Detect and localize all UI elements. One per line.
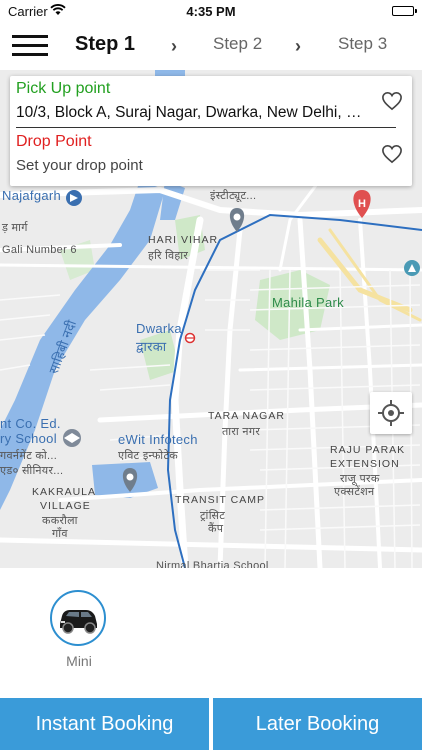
- vehicle-panel: Mini: [0, 568, 422, 698]
- chevron-right-icon: ›: [171, 36, 177, 56]
- step-3-tab[interactable]: Step 3: [338, 34, 387, 54]
- map-label-school-hi: गवर्नमेंट को...: [0, 450, 58, 462]
- battery-icon: [392, 6, 417, 16]
- map-label-hari-vihar-hi: हरि विहार: [148, 250, 189, 262]
- map-label-gali: Gali Number 6: [2, 244, 77, 256]
- map-label-nirmal: Nirmal Bhartia School: [156, 560, 269, 568]
- map-label-kakraula-1: KAKRAULA: [32, 486, 97, 498]
- map-label-institute: इंस्टीट्यूट...: [210, 190, 257, 202]
- vehicle-option-mini[interactable]: Mini: [50, 590, 108, 669]
- top-navigation: Step 1 › Step 2 › Step 3: [0, 22, 422, 70]
- address-card: Pick Up point 10/3, Block A, Suraj Nagar…: [10, 76, 412, 186]
- booking-buttons: Instant Booking Later Booking: [0, 698, 422, 750]
- step-1-tab[interactable]: Step 1: [75, 33, 135, 56]
- map-label-dwarka: Dwarka: [136, 321, 182, 336]
- map-label-mahila-park: Mahila Park: [272, 295, 344, 310]
- instant-booking-button[interactable]: Instant Booking: [0, 698, 209, 750]
- pickup-label: Pick Up point: [16, 80, 111, 97]
- map-label-school-hi-2: एड० सीनियर...: [0, 465, 64, 477]
- svg-text:H: H: [358, 198, 366, 210]
- heart-icon[interactable]: [381, 91, 403, 111]
- crosshair-icon: [378, 400, 404, 426]
- divider: [16, 127, 396, 128]
- map-label-ewit-hi: एविट इन्फोटेक: [118, 450, 179, 462]
- pickup-address-field[interactable]: 10/3, Block A, Suraj Nagar, Dwarka, New …: [16, 104, 371, 122]
- map-label-tara-nagar: TARA NAGAR: [208, 410, 285, 422]
- map-label-tara-nagar-hi: तारा नगर: [222, 426, 261, 438]
- chevron-right-icon: ›: [295, 36, 301, 56]
- status-time: 4:35 PM: [186, 4, 236, 19]
- status-bar: Carrier 4:35 PM: [0, 0, 422, 22]
- map-label-kakraula-2: VILLAGE: [40, 500, 91, 512]
- map-label-transit-camp: TRANSIT CAMP: [175, 494, 265, 506]
- map-label-najafgarh: Najafgarh: [2, 188, 62, 203]
- car-icon: [50, 590, 106, 646]
- map-label-marg: ड़ मार्ग: [2, 222, 28, 234]
- later-booking-button[interactable]: Later Booking: [213, 698, 422, 750]
- map-label-hari-vihar: HARI VIHAR: [148, 234, 219, 246]
- map-label-kakraula-hi-2: गाँव: [52, 528, 68, 540]
- step-2-tab[interactable]: Step 2: [213, 34, 262, 54]
- heart-icon[interactable]: [381, 144, 403, 164]
- drop-label: Drop Point: [16, 133, 92, 150]
- my-location-button[interactable]: [370, 392, 412, 434]
- drop-address-field[interactable]: Set your drop point: [16, 157, 143, 174]
- map-label-raju-park-hi-2: एक्सटेंशन: [334, 486, 375, 498]
- map-label-ewit: eWit Infotech: [118, 432, 198, 447]
- map-label-dwarka-hi: द्वारका: [136, 339, 167, 354]
- map-label-transit-camp-hi-2: कैंप: [208, 523, 224, 535]
- map-label-raju-park-2: EXTENSION: [330, 458, 400, 470]
- menu-icon[interactable]: [12, 32, 48, 60]
- vehicle-label: Mini: [66, 653, 92, 669]
- map-label-raju-park-1: RAJU PARAK: [330, 444, 406, 456]
- map-label-school-2: ry School: [0, 431, 57, 446]
- map-label-school-1: nt Co. Ed.: [0, 416, 61, 431]
